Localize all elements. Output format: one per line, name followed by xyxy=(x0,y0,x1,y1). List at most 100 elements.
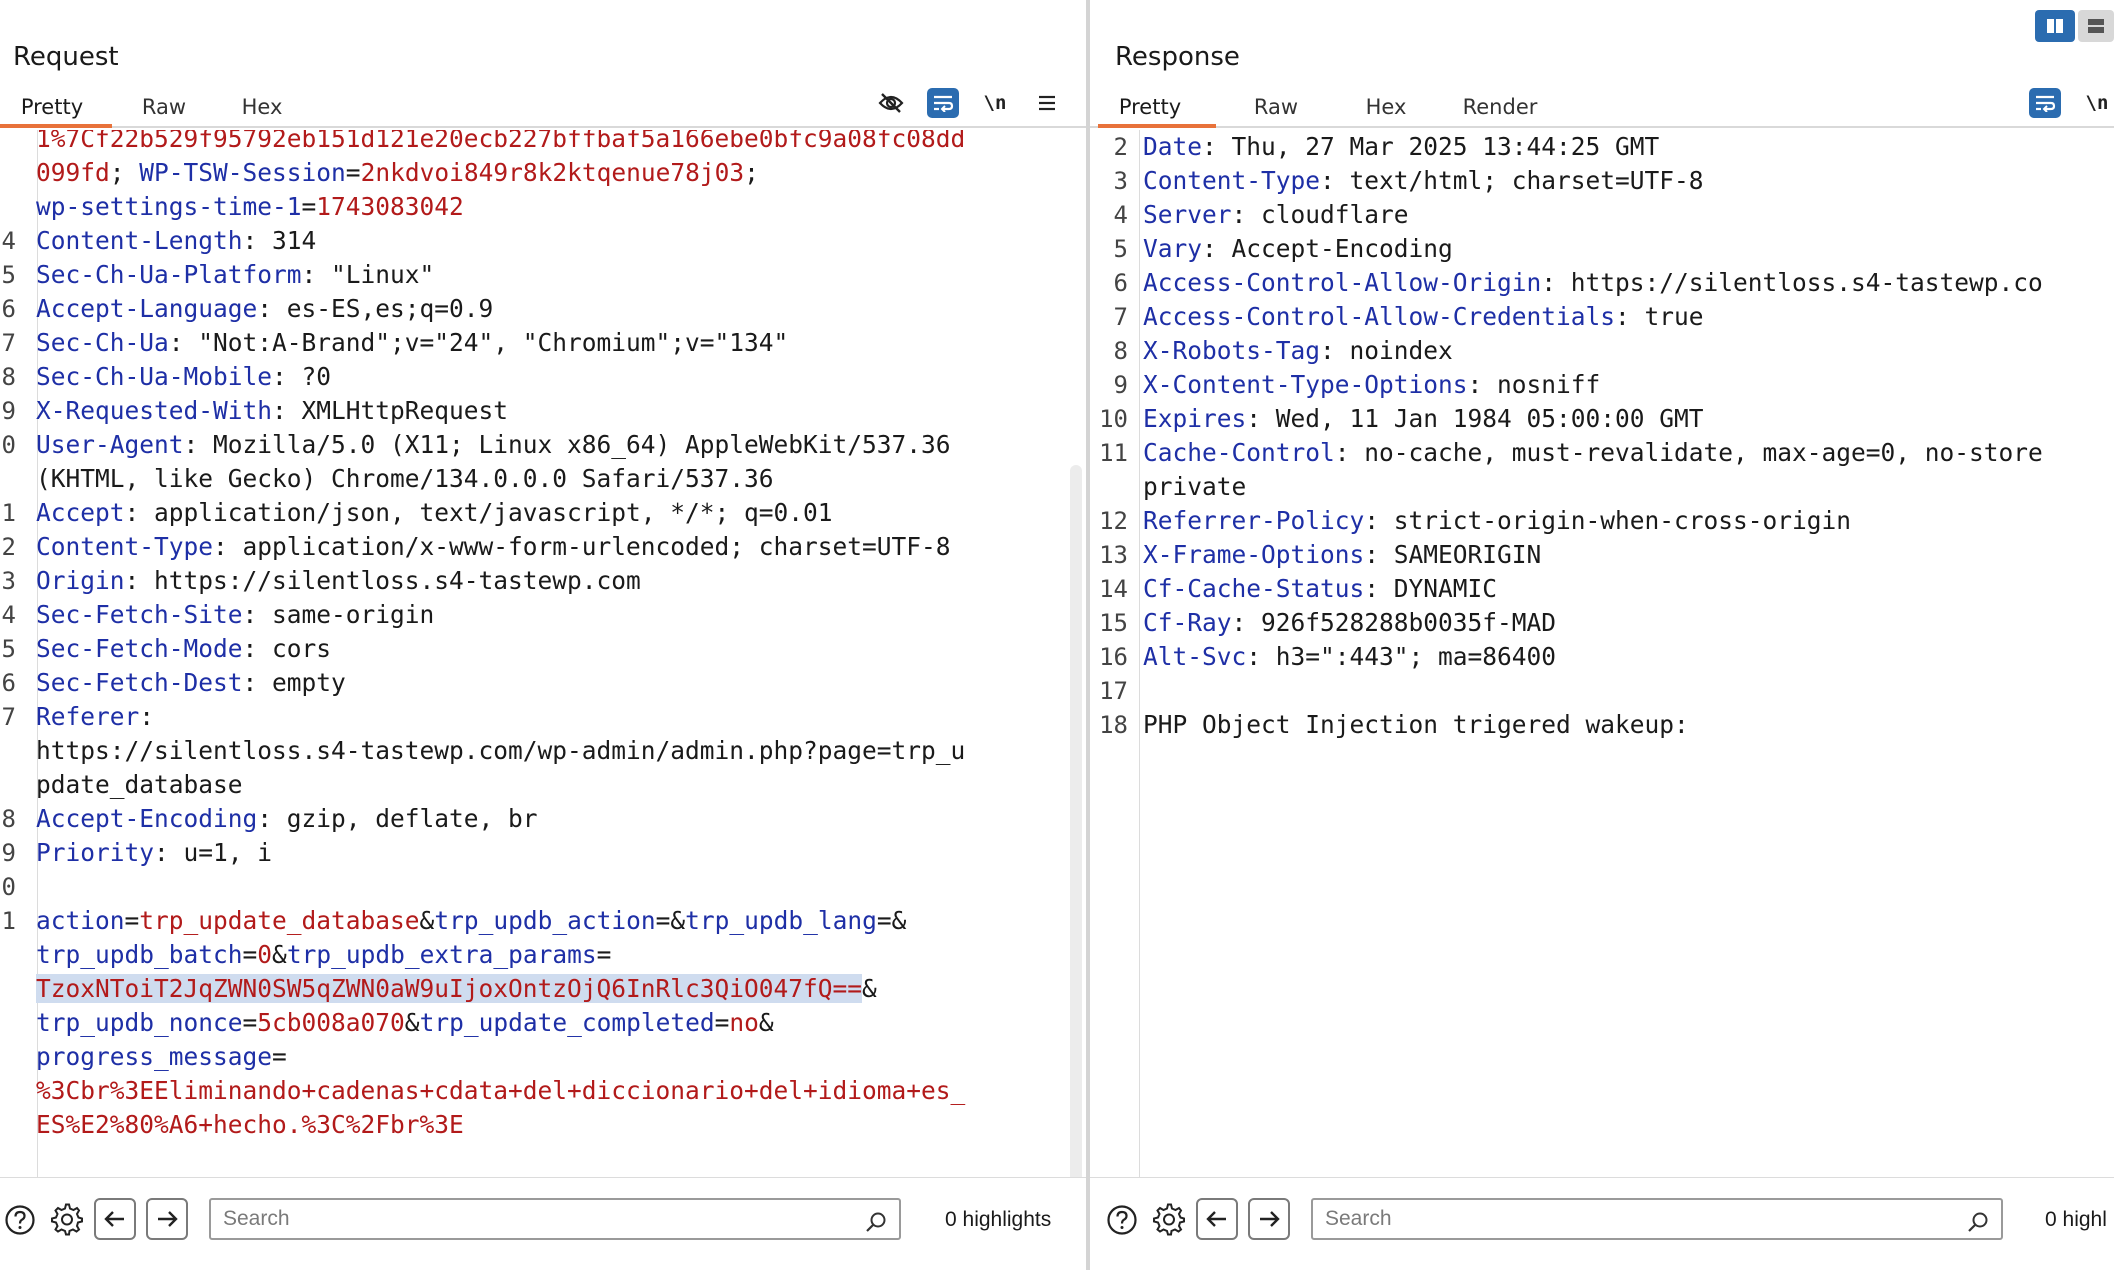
wrap-lines-icon[interactable] xyxy=(2029,88,2061,118)
help-icon[interactable] xyxy=(1102,1200,1142,1240)
eye-slash-icon[interactable] xyxy=(874,86,908,120)
line-number: 6 xyxy=(1113,269,1128,297)
header-key: Accept-Language xyxy=(36,294,258,323)
code-line: X-Frame-Options: SAMEORIGIN xyxy=(1143,538,1541,572)
code-line: Accept-Language: es-ES,es;q=0.9 xyxy=(36,292,493,326)
code-line: action=trp_update_database&trp_updb_acti… xyxy=(36,904,906,938)
code-line: Content-Type: application/x-www-form-url… xyxy=(36,530,951,564)
value-token: 2nkdvoi849r8k2ktqenue78j03 xyxy=(360,158,745,187)
arrow-left-icon[interactable] xyxy=(1196,1198,1238,1240)
text-token: : "Not:A-Brand";v="24", "Chromium";v="13… xyxy=(168,328,789,357)
text-token: : https://silentloss.s4-tastewp.co xyxy=(1541,268,2043,297)
code-line: Access-Control-Allow-Credentials: true xyxy=(1143,300,1704,334)
hamburger-menu-icon[interactable] xyxy=(1030,86,1064,120)
line-number: 12 xyxy=(1099,507,1128,535)
response-tab-render[interactable]: Render xyxy=(1438,90,1562,126)
code-line: Accept: application/json, text/javascrip… xyxy=(36,496,833,530)
line-number: 16 xyxy=(0,669,16,697)
request-pane: Request Pretty Raw Hex \n admin%7C174325… xyxy=(0,0,1086,1270)
code-line: TzoxNToiT2JqZWN0SW5qZWN0aW9uIjoxOntzOjQ6… xyxy=(36,972,877,1006)
line-number: 8 xyxy=(1113,337,1128,365)
value-token: 0 xyxy=(257,940,273,969)
header-key: Date xyxy=(1143,132,1203,161)
code-line: Cf-Cache-Status: DYNAMIC xyxy=(1143,572,1497,606)
line-number: 20 xyxy=(0,873,16,901)
code-line: wp-settings-time-1=1743083042 xyxy=(36,190,464,224)
code-line: trp_updb_nonce=5cb008a070&trp_update_com… xyxy=(36,1006,774,1040)
text-token: : no-cache, must-revalidate, max-age=0, … xyxy=(1334,438,2043,467)
code-line: X-Robots-Tag: noindex xyxy=(1143,334,1453,368)
header-key: Sec-Fetch-Dest xyxy=(36,668,243,697)
line-number: 15 xyxy=(1099,609,1128,637)
wrap-lines-icon[interactable] xyxy=(927,88,959,118)
line-number: 12 xyxy=(0,533,16,561)
vertical-scrollbar[interactable] xyxy=(1070,465,1082,1177)
text-token: : h3=":443"; ma=86400 xyxy=(1246,642,1557,671)
help-icon[interactable] xyxy=(0,1200,40,1240)
header-key: trp_updb_lang xyxy=(685,906,877,935)
text-token: : SAMEORIGIN xyxy=(1364,540,1542,569)
code-line: progress_message= xyxy=(36,1040,287,1074)
request-search-field[interactable] xyxy=(223,1207,887,1231)
text-token: : 926f528288b0035f-MAD xyxy=(1231,608,1557,637)
request-highlight-count: 0 highlights xyxy=(945,1208,1052,1231)
code-line: Sec-Ch-Ua: "Not:A-Brand";v="24", "Chromi… xyxy=(36,326,788,360)
newline-toggle[interactable]: \n xyxy=(978,86,1012,120)
text-token: : Accept-Encoding xyxy=(1202,234,1453,263)
response-search-input[interactable] xyxy=(1311,1198,2003,1240)
value-token: trp_update_database xyxy=(139,906,420,935)
request-tab-pretty[interactable]: Pretty xyxy=(6,90,98,126)
text-token: & xyxy=(758,1008,774,1037)
code-line: Access-Control-Allow-Origin: https://sil… xyxy=(1143,266,2043,300)
code-line: private xyxy=(1143,470,1246,504)
gear-icon[interactable] xyxy=(1148,1200,1188,1240)
response-editor[interactable]: 1HTTP/2 200 OK2Date: Thu, 27 Mar 2025 13… xyxy=(1090,130,2114,1177)
code-line: https://silentloss.s4-tastewp.com/wp-adm… xyxy=(36,734,965,768)
request-tab-hex[interactable]: Hex xyxy=(222,90,302,126)
text-token: ; xyxy=(109,158,140,187)
newline-toggle[interactable]: \n xyxy=(2080,86,2114,120)
code-line: pdate_database xyxy=(36,768,243,802)
arrow-right-icon[interactable] xyxy=(146,1198,188,1240)
value-token: 1%7Cf22b529f95792eb151d121e20ecb227bffba… xyxy=(36,130,966,153)
header-key: Origin xyxy=(36,566,125,595)
header-key: Server xyxy=(1143,200,1232,229)
header-key: Accept xyxy=(36,498,125,527)
header-key: X-Content-Type-Options xyxy=(1143,370,1468,399)
line-number: 13 xyxy=(0,567,16,595)
header-key: Alt-Svc xyxy=(1143,642,1247,671)
header-key: wp-settings-time-1 xyxy=(36,192,302,221)
request-search-input[interactable] xyxy=(209,1198,901,1240)
arrow-left-icon[interactable] xyxy=(94,1198,136,1240)
header-key: Accept-Encoding xyxy=(36,804,258,833)
code-line: Vary: Accept-Encoding xyxy=(1143,232,1453,266)
request-editor[interactable]: admin%7C1743254462%7CwilxgNciShkurTh2gBs… xyxy=(0,130,1086,1177)
line-number: 10 xyxy=(1099,405,1128,433)
layout-stacked-icon[interactable] xyxy=(2078,10,2114,42)
text-token: : nosniff xyxy=(1467,370,1601,399)
response-search-field[interactable] xyxy=(1325,1207,1989,1231)
response-highlight-count: 0 highl xyxy=(2045,1208,2107,1231)
text-token: : noindex xyxy=(1320,336,1453,365)
response-tab-raw[interactable]: Raw xyxy=(1236,90,1316,126)
header-key: trp_updb_nonce xyxy=(36,1008,243,1037)
line-number: 2 xyxy=(1113,133,1128,161)
layout-split-icon[interactable] xyxy=(2035,10,2075,42)
line-number: 19 xyxy=(0,839,16,867)
request-tab-raw[interactable]: Raw xyxy=(124,90,204,126)
text-token: : 314 xyxy=(242,226,317,255)
arrow-right-icon[interactable] xyxy=(1248,1198,1290,1240)
line-number: 14 xyxy=(0,601,16,629)
text-token: : XMLHttpRequest xyxy=(272,396,509,425)
code-line: trp_updb_batch=0&trp_updb_extra_params= xyxy=(36,938,611,972)
header-key: User-Agent xyxy=(36,430,184,459)
line-number: 8 xyxy=(1,363,16,391)
line-number: 5 xyxy=(1,261,16,289)
response-tabbar: Pretty Raw Hex Render xyxy=(1090,86,2114,128)
line-number: 4 xyxy=(1,227,16,255)
response-tab-hex[interactable]: Hex xyxy=(1346,90,1426,126)
response-tab-pretty[interactable]: Pretty xyxy=(1104,90,1196,126)
gear-icon[interactable] xyxy=(46,1200,86,1240)
code-line: (KHTML, like Gecko) Chrome/134.0.0.0 Saf… xyxy=(36,462,774,496)
line-number: 21 xyxy=(0,907,16,935)
